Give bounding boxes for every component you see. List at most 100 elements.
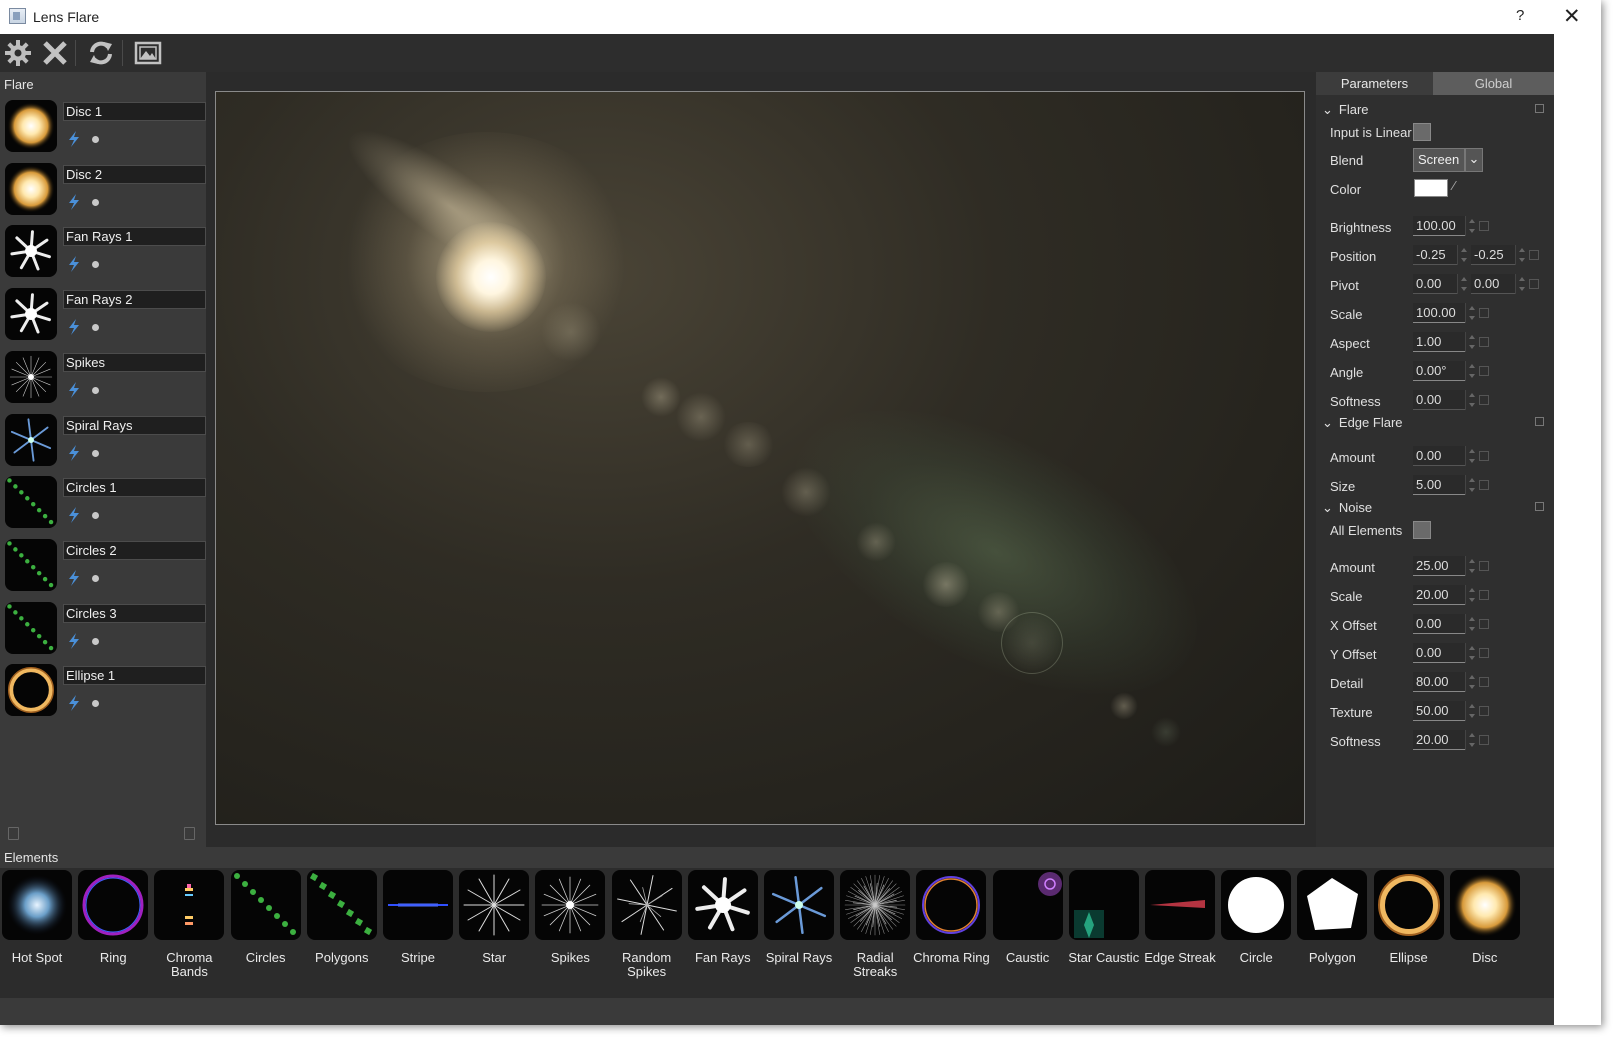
spinner-arrows[interactable] [1515,274,1527,294]
flare-position_x-field[interactable]: -0.25 [1413,245,1457,265]
chevron-down-icon[interactable]: ⌄ [1465,148,1483,172]
element-star-caustic[interactable]: Star Caustic [1068,870,1140,990]
lightning-icon[interactable] [67,695,81,714]
noise-softness-field[interactable]: 20.00 [1413,730,1465,750]
element-stripe[interactable]: Stripe [382,870,454,990]
section-noise-header[interactable]: ⌄ Noise [1322,500,1372,516]
section-edge-flare-reset-box[interactable] [1535,417,1544,426]
keyframe-box[interactable] [1529,250,1539,260]
lightning-icon[interactable] [67,381,81,401]
element-fan-rays[interactable]: Fan Rays [687,870,759,990]
keyframe-box[interactable] [1479,619,1489,629]
flare-pivot_y-field[interactable]: 0.00 [1471,274,1515,294]
visibility-dot[interactable] [92,700,99,708]
spinner-arrows[interactable] [1465,361,1477,381]
visibility-dot[interactable] [92,261,99,269]
spinner-arrows[interactable] [1457,274,1469,294]
flare-item[interactable]: Spiral Rays [0,412,206,474]
visibility-dot[interactable] [92,198,99,206]
keyframe-box[interactable] [1479,561,1489,571]
keyframe-box[interactable] [1479,480,1489,490]
keyframe-box[interactable] [1479,395,1489,405]
keyframe-box[interactable] [1479,366,1489,376]
flare-item-name[interactable]: Circles 2 [63,540,206,560]
flare-scale-field[interactable]: 100.00 [1413,303,1465,323]
flare-aspect-field[interactable]: 1.00 [1413,332,1465,352]
flare-position_y-field[interactable]: -0.25 [1471,245,1515,265]
lightning-icon[interactable] [67,632,81,652]
element-caustic[interactable]: Caustic [992,870,1064,990]
keyframe-box[interactable] [1479,706,1489,716]
keyframe-box[interactable] [1479,337,1489,347]
element-chroma-bands[interactable]: Chroma Bands [153,870,225,990]
blend-select[interactable]: Screen [1413,148,1465,172]
flare-angle-field[interactable]: 0.00° [1413,361,1465,381]
section-noise-reset-box[interactable] [1535,502,1544,511]
copy-icon[interactable] [8,827,19,840]
spinner-arrows[interactable] [1465,643,1477,663]
visibility-dot[interactable] [92,324,99,332]
flare-item[interactable]: Circles 2 [0,537,206,599]
flare-item[interactable]: Fan Rays 1 [0,223,206,285]
flare-item-name[interactable]: Spiral Rays [63,415,206,435]
lightning-icon[interactable] [67,444,81,464]
spinner-arrows[interactable] [1465,303,1477,323]
spinner-arrows[interactable] [1465,614,1477,634]
element-circles[interactable]: Circles [230,870,302,990]
all-elements-checkbox[interactable] [1413,521,1431,539]
element-ellipse[interactable]: Ellipse [1373,870,1445,990]
flare-item-name[interactable]: Circles 3 [63,603,206,623]
lightning-icon[interactable] [67,256,81,275]
element-disc[interactable]: Disc [1449,870,1521,990]
flare-item-name[interactable]: Disc 1 [63,102,206,121]
help-button[interactable]: ? [1516,7,1524,24]
input-linear-checkbox[interactable] [1413,123,1431,141]
element-chroma-ring[interactable]: Chroma Ring [913,870,990,990]
spinner-arrows[interactable] [1515,245,1527,265]
flare-item-name[interactable]: Fan Rays 2 [63,290,206,310]
flare-item[interactable]: Ellipse 1 [0,662,206,724]
flare-item[interactable]: Disc 2 [0,161,206,223]
refresh-icon[interactable] [85,37,117,69]
noise-amount-field[interactable]: 25.00 [1413,556,1465,576]
color-swatch[interactable] [1414,179,1448,197]
noise-xoffset-field[interactable]: 0.00 [1413,614,1465,634]
visibility-dot[interactable] [92,136,99,143]
element-star[interactable]: Star [458,870,530,990]
visibility-dot[interactable] [92,637,99,645]
element-spiral-rays[interactable]: Spiral Rays [763,870,835,990]
lens-flare-preview-image[interactable] [216,92,1304,824]
flare-item[interactable]: Fan Rays 2 [0,286,206,348]
close-window-button[interactable]: ✕ [1563,4,1581,29]
image-view-icon[interactable] [132,37,164,69]
flare-pivot_x-field[interactable]: 0.00 [1413,274,1457,294]
trash-icon[interactable] [184,827,195,840]
visibility-dot[interactable] [92,512,99,520]
section-flare-reset-box[interactable] [1535,104,1544,113]
flare-item[interactable]: Circles 3 [0,600,206,662]
gear-icon[interactable] [2,37,34,69]
noise-scale-field[interactable]: 20.00 [1413,585,1465,605]
edge_flare-amount-field[interactable]: 0.00 [1413,446,1465,466]
flare-item-name[interactable]: Fan Rays 1 [63,227,206,247]
keyframe-box[interactable] [1479,221,1489,231]
noise-yoffset-field[interactable]: 0.00 [1413,643,1465,663]
flare-item[interactable]: Disc 1 [0,98,206,160]
lightning-icon[interactable] [67,319,81,338]
element-spikes[interactable]: Spikes [534,870,606,990]
element-edge-streak[interactable]: Edge Streak [1144,870,1216,990]
flare-brightness-field[interactable]: 100.00 [1413,216,1465,236]
element-radial-streaks[interactable]: Radial Streaks [839,870,911,990]
element-polygon[interactable]: Polygon [1296,870,1368,990]
spinner-arrows[interactable] [1465,332,1477,352]
noise-texture-field[interactable]: 50.00 [1413,701,1465,721]
flare-item-name[interactable]: Ellipse 1 [63,666,206,686]
tab-global[interactable]: Global [1433,72,1554,95]
element-polygons[interactable]: Polygons [306,870,378,990]
keyframe-box[interactable] [1479,308,1489,318]
flare-item[interactable]: Circles 1 [0,474,206,536]
element-hot-spot[interactable]: Hot Spot [1,870,73,990]
spinner-arrows[interactable] [1465,585,1477,605]
flare-softness-field[interactable]: 0.00 [1413,390,1465,410]
flare-item-name[interactable]: Circles 1 [63,478,206,498]
